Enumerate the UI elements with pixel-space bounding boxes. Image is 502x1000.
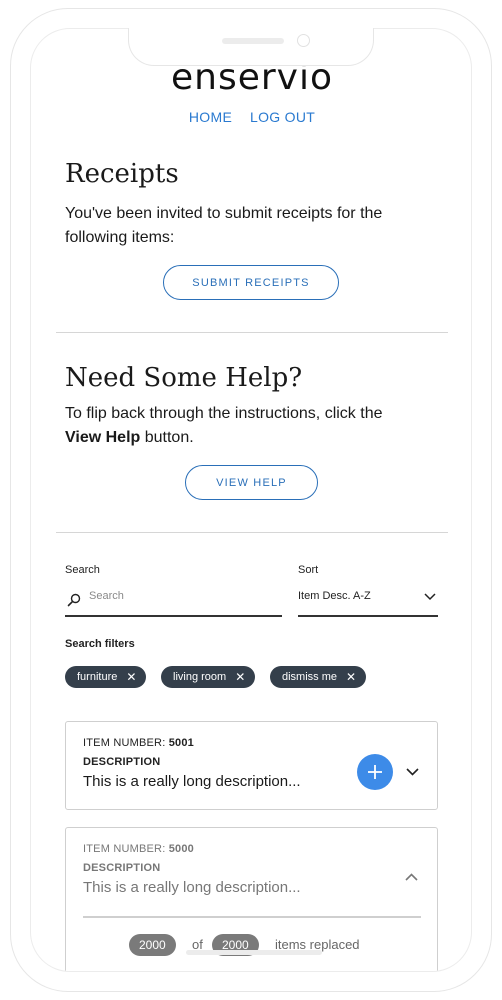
- filter-chip-label: living room: [173, 671, 227, 683]
- filter-chip-label: dismiss me: [282, 671, 338, 683]
- item-card[interactable]: ITEM NUMBER: 5001 DESCRIPTION This is a …: [65, 721, 438, 810]
- top-nav: HOME LOG OUT: [31, 109, 471, 125]
- description-label-text: DESCRIPTION: [83, 862, 161, 874]
- add-button[interactable]: [357, 754, 393, 790]
- item-number: ITEM NUMBER: 5001: [83, 737, 194, 749]
- nav-home-link[interactable]: HOME: [189, 109, 232, 125]
- view-help-button[interactable]: VIEW HELP: [185, 465, 318, 500]
- nav-logout-link[interactable]: LOG OUT: [250, 109, 315, 125]
- card-divider: [83, 916, 421, 918]
- help-title: Need Some Help?: [65, 363, 303, 393]
- search-placeholder: Search: [89, 590, 124, 602]
- item-description: This is a really long description...: [83, 773, 301, 790]
- search-label: Search: [65, 564, 100, 576]
- sort-select[interactable]: Item Desc. A-Z: [298, 587, 438, 617]
- help-text-line2: View Help button.: [65, 426, 194, 450]
- receipts-intro-line1: You've been invited to submit receipts f…: [65, 205, 383, 222]
- sort-value: Item Desc. A-Z: [298, 590, 371, 602]
- item-number-label: ITEM NUMBER:: [83, 737, 166, 749]
- description-label: DESCRIPTION: [83, 862, 160, 874]
- camera-icon: [297, 34, 310, 47]
- close-icon[interactable]: ✕: [235, 671, 245, 683]
- speaker-grille: [222, 38, 284, 44]
- close-icon[interactable]: ✕: [126, 671, 136, 683]
- search-filters-label: Search filters: [65, 638, 135, 650]
- chevron-down-icon: [424, 593, 436, 601]
- item-number-value: 5000: [168, 843, 195, 855]
- filter-chip[interactable]: living room ✕: [161, 666, 256, 688]
- description-label: DESCRIPTION: [83, 756, 160, 768]
- home-indicator: [186, 950, 322, 955]
- submit-receipts-button[interactable]: SUBMIT RECEIPTS: [163, 265, 339, 300]
- search-underline: [65, 615, 282, 617]
- item-number: ITEM NUMBER: 5000: [83, 843, 194, 855]
- search-input[interactable]: Search: [65, 587, 282, 617]
- description-label-text: DESCRIPTION: [83, 756, 161, 768]
- section-divider: [56, 332, 448, 333]
- filter-chip[interactable]: furniture ✕: [65, 666, 147, 688]
- section-divider: [56, 532, 448, 533]
- device-notch: [128, 28, 374, 66]
- close-icon[interactable]: ✕: [346, 671, 356, 683]
- sort-underline: [298, 615, 438, 617]
- receipts-title: Receipts: [65, 159, 179, 189]
- chevron-up-icon[interactable]: [405, 873, 418, 881]
- item-number-value: 5001: [168, 737, 195, 749]
- chevron-down-icon[interactable]: [406, 768, 419, 776]
- search-icon: [67, 593, 81, 607]
- item-number-label: ITEM NUMBER:: [83, 843, 166, 855]
- replaced-count-badge: 2000: [129, 934, 176, 956]
- sort-label: Sort: [298, 564, 319, 576]
- item-description: This is a really long description...: [83, 879, 301, 896]
- help-text-bold: View Help: [65, 429, 141, 446]
- help-text-after: button.: [140, 429, 194, 446]
- filter-chip-label: furniture: [77, 671, 118, 683]
- filter-chip[interactable]: dismiss me ✕: [270, 666, 367, 688]
- help-text-line1: To flip back through the instructions, c…: [65, 405, 383, 422]
- device-screen: enservio HOME LOG OUT Receipts You've be…: [30, 28, 472, 972]
- receipts-intro-line2: following items:: [65, 229, 175, 246]
- plus-icon: [368, 765, 382, 779]
